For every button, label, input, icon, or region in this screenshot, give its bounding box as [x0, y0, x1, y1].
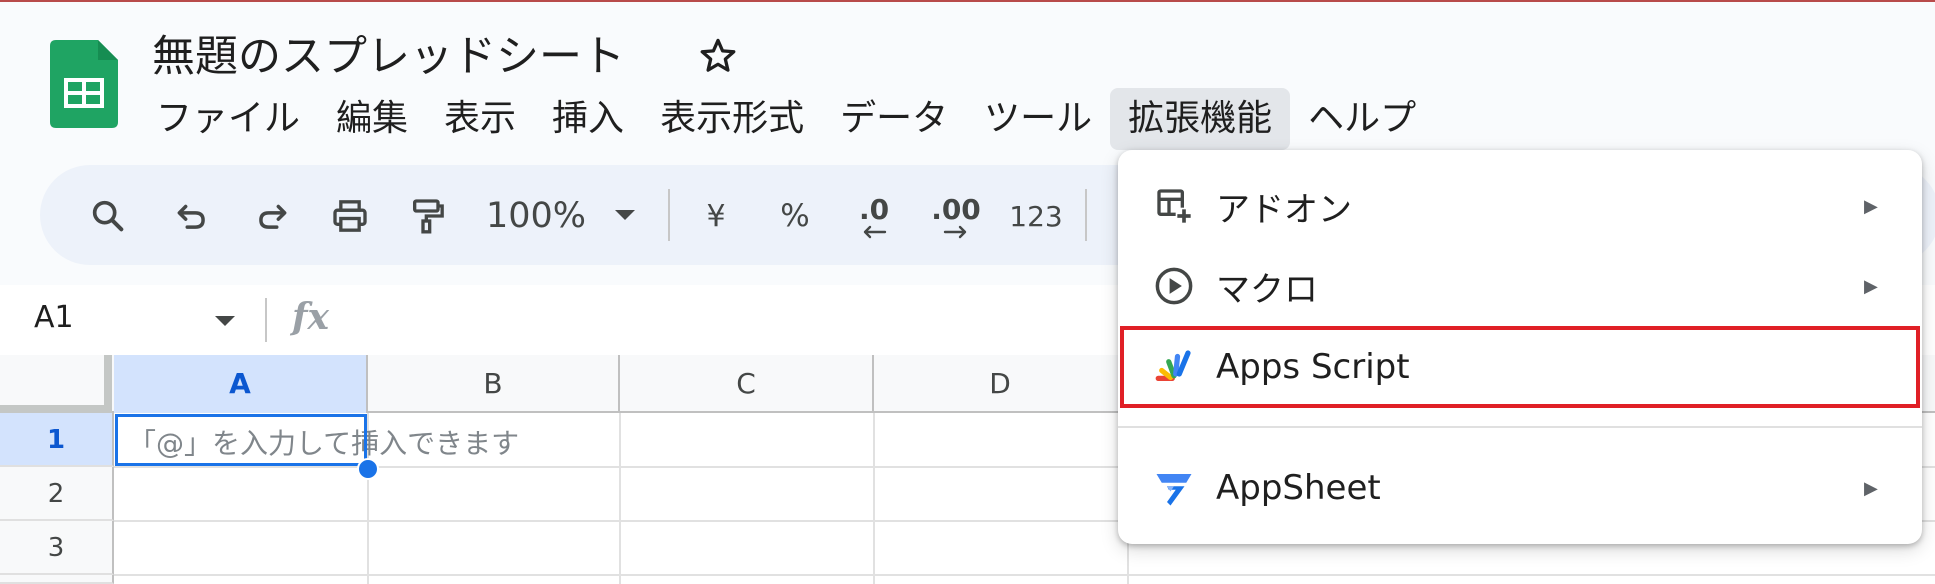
menu-format[interactable]: 表示形式: [642, 88, 822, 150]
menu-edit[interactable]: 編集: [318, 88, 426, 150]
submenu-arrow-icon: ▶: [1864, 275, 1878, 297]
menu-view[interactable]: 表示: [426, 88, 534, 150]
grid-line: [619, 413, 621, 584]
increase-decimal-button[interactable]: .00: [926, 186, 986, 250]
macro-play-icon: [1152, 264, 1196, 308]
select-all-corner[interactable]: [0, 355, 112, 413]
sheets-logo-icon[interactable]: [50, 40, 118, 128]
redo-icon[interactable]: [248, 192, 296, 240]
search-icon[interactable]: [84, 192, 132, 240]
menu-bar: ファイル 編集 表示 挿入 表示形式 データ ツール 拡張機能 ヘルプ: [138, 88, 1434, 150]
zoom-chevron-down-icon[interactable]: [610, 200, 640, 230]
submenu-arrow-icon: ▶: [1864, 477, 1878, 499]
fx-icon: fx: [292, 296, 329, 338]
arrow-right-icon: [943, 225, 967, 239]
menu-extensions[interactable]: 拡張機能: [1110, 88, 1291, 150]
menu-item-addons-label: アドオン: [1216, 189, 1352, 230]
column-header-c[interactable]: C: [620, 355, 874, 413]
undo-icon[interactable]: [168, 192, 216, 240]
menu-divider: [1118, 426, 1922, 428]
submenu-arrow-icon: ▶: [1864, 195, 1878, 217]
window-top-border: [0, 0, 1935, 2]
menu-tools[interactable]: ツール: [966, 88, 1110, 150]
currency-button[interactable]: ¥: [696, 192, 736, 240]
zoom-select[interactable]: 100%: [486, 192, 586, 240]
print-icon[interactable]: [326, 192, 374, 240]
column-header-a[interactable]: A: [114, 355, 368, 413]
paint-format-icon[interactable]: [404, 192, 452, 240]
row-header-2[interactable]: 2: [0, 467, 114, 521]
menu-file[interactable]: ファイル: [138, 88, 318, 150]
menu-item-macros-label: マクロ: [1216, 269, 1318, 310]
toolbar-divider: [1085, 189, 1087, 241]
menu-data[interactable]: データ: [822, 88, 966, 150]
menu-insert[interactable]: 挿入: [534, 88, 642, 150]
addon-icon: [1152, 184, 1196, 228]
row-header-4[interactable]: [0, 575, 114, 584]
selected-cell-a1[interactable]: [115, 414, 367, 466]
decrease-decimal-button[interactable]: .0: [848, 186, 900, 250]
name-box-chevron-down-icon[interactable]: [214, 312, 236, 331]
menu-item-addons[interactable]: アドオン ▶: [1118, 166, 1922, 246]
name-box[interactable]: A1: [34, 300, 74, 335]
extensions-dropdown-menu: アドオン ▶ マクロ ▶ Apps Script AppSheet ▶: [1118, 150, 1922, 544]
document-title[interactable]: 無題のスプレッドシート: [152, 22, 625, 84]
row-header-3[interactable]: 3: [0, 521, 114, 575]
apps-script-highlight-box: [1120, 326, 1920, 408]
formula-divider: [265, 298, 267, 342]
menu-item-macros[interactable]: マクロ ▶: [1118, 246, 1922, 326]
star-icon[interactable]: [696, 34, 740, 78]
arrow-left-icon: [863, 225, 887, 239]
menu-help[interactable]: ヘルプ: [1290, 88, 1434, 150]
more-formats-button[interactable]: 123: [1006, 192, 1066, 240]
appsheet-icon: [1152, 466, 1196, 510]
percent-button[interactable]: %: [772, 192, 818, 240]
increase-decimal-label: .00: [931, 193, 981, 226]
toolbar-divider: [668, 189, 670, 241]
column-header-d[interactable]: D: [874, 355, 1128, 413]
decrease-decimal-label: .0: [858, 193, 890, 226]
fill-handle[interactable]: [357, 458, 379, 480]
menu-item-appsheet[interactable]: AppSheet ▶: [1118, 448, 1922, 528]
grid-line: [114, 574, 1935, 576]
menu-item-appsheet-label: AppSheet: [1216, 468, 1381, 508]
grid-line: [873, 413, 875, 584]
column-header-b[interactable]: B: [368, 355, 620, 413]
row-header-1[interactable]: 1: [0, 413, 114, 467]
